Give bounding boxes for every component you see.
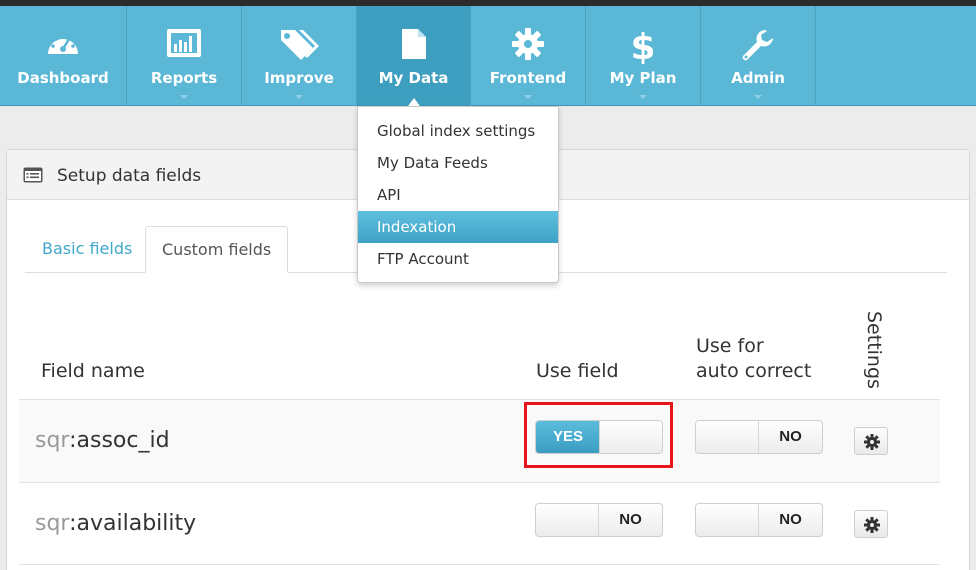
nav-improve[interactable]: Improve	[242, 6, 357, 106]
gear-icon	[864, 434, 880, 450]
toggle-off-label: NO	[598, 504, 662, 536]
menu-item-ftp-account[interactable]: FTP Account	[358, 243, 558, 275]
column-header-field-name: Field name	[41, 360, 145, 382]
field-suffix: :assoc_id	[69, 428, 170, 453]
bar-chart-icon	[167, 29, 201, 57]
toggle-off-label: NO	[758, 421, 822, 453]
auto-correct-toggle[interactable]: NO	[695, 420, 823, 454]
highlight-box	[524, 402, 673, 468]
menu-item-global-index-settings[interactable]: Global index settings	[358, 115, 558, 147]
field-settings-button[interactable]	[854, 510, 888, 538]
nav-label-my-plan: My Plan	[609, 69, 677, 87]
nav-label-admin: Admin	[731, 69, 785, 87]
dropdown-pointer	[407, 98, 420, 106]
toggle-knob	[536, 504, 599, 536]
dashboard-gauge-icon	[48, 34, 78, 54]
toggle-off-label: NO	[758, 504, 822, 536]
list-window-icon	[23, 167, 43, 183]
nav-label-my-data: My Data	[378, 69, 449, 87]
nav-frontend[interactable]: Frontend	[471, 6, 586, 106]
nav-dashboard[interactable]: Dashboard	[0, 6, 127, 106]
nav-label-improve: Improve	[264, 69, 334, 87]
chevron-down-icon	[295, 95, 303, 99]
gear-icon	[864, 517, 880, 533]
gear-icon	[512, 28, 544, 60]
toggle-knob	[696, 421, 759, 453]
nav-my-plan[interactable]: $ My Plan	[586, 6, 701, 106]
nav-label-dashboard: Dashboard	[17, 69, 109, 87]
file-icon	[401, 29, 426, 59]
chevron-down-icon	[524, 95, 532, 99]
field-prefix: sqr	[35, 511, 70, 536]
tab-custom-fields[interactable]: Custom fields	[145, 226, 289, 273]
field-suffix: :availability	[69, 511, 197, 536]
nav-reports[interactable]: Reports	[127, 6, 242, 106]
column-header-settings: Settings	[863, 311, 885, 389]
use-field-toggle[interactable]: NO	[535, 503, 663, 537]
nav-label-reports: Reports	[150, 69, 218, 87]
field-settings-button[interactable]	[854, 427, 888, 455]
tags-icon	[281, 30, 319, 60]
svg-text:$: $	[632, 28, 654, 64]
tab-basic-fields[interactable]: Basic fields	[26, 226, 148, 273]
field-name: sqr:availability	[35, 511, 196, 536]
nav-my-data[interactable]: My Data	[357, 6, 471, 106]
column-header-auto-correct-line2: auto correct	[696, 360, 812, 382]
chevron-down-icon	[639, 95, 647, 99]
menu-item-api[interactable]: API	[358, 179, 558, 211]
menu-item-my-data-feeds[interactable]: My Data Feeds	[358, 147, 558, 179]
panel-title: Setup data fields	[57, 166, 202, 186]
main-navbar: Dashboard Reports Improve My Data Fronte…	[0, 6, 976, 106]
wrench-icon	[742, 30, 773, 61]
field-name: sqr:assoc_id	[35, 428, 170, 453]
column-header-auto-correct-line1: Use for	[696, 335, 764, 357]
menu-item-indexation[interactable]: Indexation	[358, 211, 558, 243]
column-header-use-field: Use field	[536, 360, 619, 382]
field-prefix: sqr	[35, 428, 70, 453]
dollar-icon: $	[632, 28, 654, 64]
nav-admin[interactable]: Admin	[701, 6, 816, 106]
toggle-knob	[696, 504, 759, 536]
nav-label-frontend: Frontend	[489, 69, 567, 87]
chevron-down-icon	[754, 95, 762, 99]
auto-correct-toggle[interactable]: NO	[695, 503, 823, 537]
chevron-down-icon	[180, 95, 188, 99]
my-data-dropdown-menu: Global index settings My Data Feeds API …	[357, 106, 559, 283]
